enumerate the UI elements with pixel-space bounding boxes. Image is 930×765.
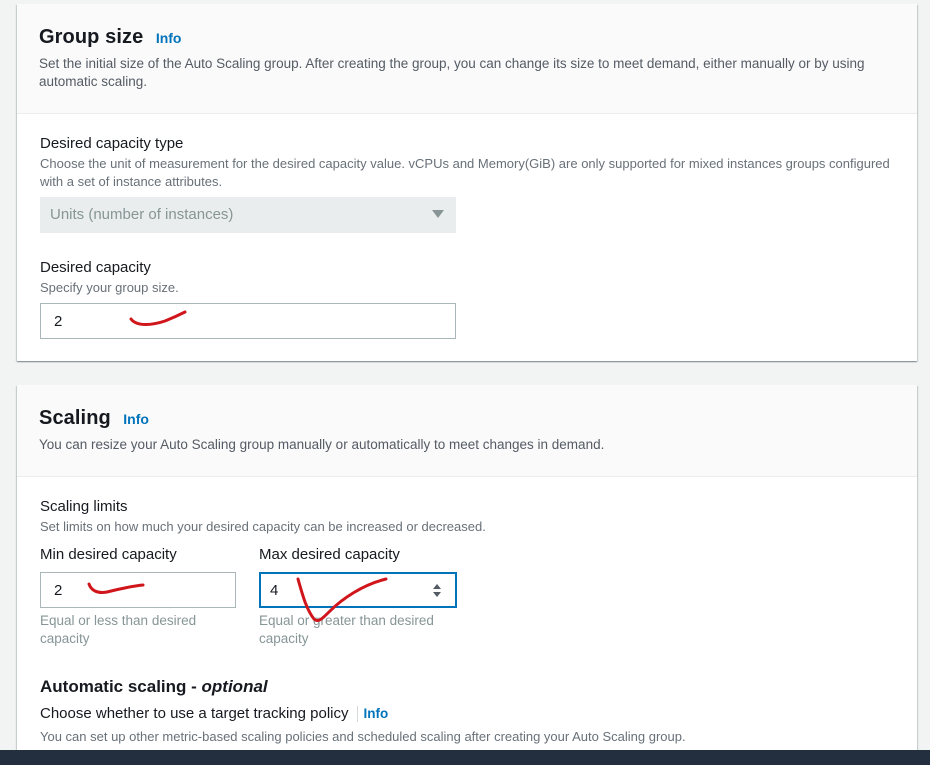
- scaling-title: Scaling: [39, 407, 111, 429]
- max-desired-capacity-value: 4: [270, 582, 279, 599]
- max-desired-capacity-help: Equal or greater than desired capacity: [259, 613, 434, 646]
- group-size-panel: Group size Info Set the initial size of …: [17, 4, 917, 361]
- automatic-scaling-title: Automatic scaling -: [40, 677, 202, 696]
- target-tracking-label: Choose whether to use a target tracking …: [40, 705, 349, 722]
- automatic-scaling-optional: optional: [201, 677, 268, 696]
- max-desired-capacity-label: Max desired capacity: [259, 546, 400, 563]
- scaling-panel: Scaling Info You can resize your Auto Sc…: [17, 385, 917, 765]
- scaling-limits-label: Scaling limits: [40, 498, 128, 515]
- scaling-limits-field: Scaling limits Set limits on how much yo…: [40, 498, 900, 536]
- stepper-icon[interactable]: [431, 583, 443, 599]
- group-size-info-link[interactable]: Info: [156, 30, 182, 46]
- scaling-limits-description: Set limits on how much your desired capa…: [40, 519, 486, 534]
- min-desired-capacity-input[interactable]: 2: [40, 572, 236, 608]
- stepper-down-icon[interactable]: [433, 592, 441, 597]
- min-desired-capacity-value: 2: [54, 582, 63, 599]
- group-size-header: Group size Info Set the initial size of …: [17, 4, 917, 114]
- desired-capacity-input[interactable]: 2: [40, 303, 456, 339]
- desired-capacity-description: Specify your group size.: [40, 280, 179, 295]
- divider: [356, 705, 358, 722]
- scaling-description: You can resize your Auto Scaling group m…: [39, 437, 605, 452]
- group-size-description: Set the initial size of the Auto Scaling…: [39, 56, 865, 89]
- desired-capacity-label: Desired capacity: [40, 259, 151, 276]
- desired-capacity-type-label: Desired capacity type: [40, 135, 184, 152]
- desired-capacity-type-description: Choose the unit of measurement for the d…: [40, 156, 890, 189]
- automatic-scaling-info-link[interactable]: Info: [364, 706, 389, 721]
- scaling-info-link[interactable]: Info: [123, 411, 149, 427]
- caret-down-icon: [432, 210, 444, 218]
- desired-capacity-type-select[interactable]: Units (number of instances): [40, 197, 456, 233]
- max-desired-capacity-input[interactable]: 4: [259, 572, 457, 608]
- desired-capacity-value: 2: [54, 313, 63, 330]
- min-desired-capacity-help: Equal or less than desired capacity: [40, 613, 197, 646]
- min-desired-capacity-label: Min desired capacity: [40, 546, 177, 563]
- group-size-title: Group size: [39, 26, 144, 48]
- desired-capacity-type-field: Desired capacity type Choose the unit of…: [40, 135, 900, 191]
- stepper-up-icon[interactable]: [433, 584, 441, 589]
- desired-capacity-type-value: Units (number of instances): [50, 206, 234, 223]
- footer-bar: [0, 750, 930, 765]
- automatic-scaling-description: You can set up other metric-based scalin…: [40, 729, 686, 744]
- scaling-header: Scaling Info You can resize your Auto Sc…: [17, 385, 917, 477]
- automatic-scaling-heading: Automatic scaling - optional: [40, 677, 268, 697]
- target-tracking-question: Choose whether to use a target tracking …: [40, 705, 388, 723]
- desired-capacity-field: Desired capacity Specify your group size…: [40, 259, 900, 297]
